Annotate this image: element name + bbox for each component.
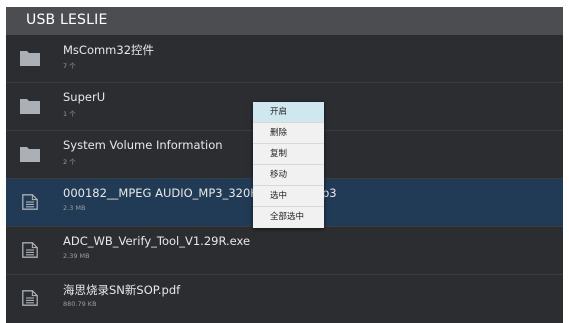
file-row-pdf[interactable]: 海思烧录SN新SOP.pdf 880.79 KB bbox=[6, 275, 563, 323]
folder-icon bbox=[20, 51, 40, 66]
page-title: USB LESLIE bbox=[26, 12, 108, 28]
file-icon bbox=[22, 290, 38, 306]
file-meta: 2.3 MB bbox=[63, 204, 86, 212]
file-icon bbox=[22, 194, 38, 210]
menu-item-copy[interactable]: 复制 bbox=[253, 144, 324, 165]
context-menu: 开启 删除 复制 移动 选中 全部选中 bbox=[253, 102, 324, 228]
title-bar: USB LESLIE bbox=[6, 7, 563, 35]
file-manager-screen: USB LESLIE MsComm32控件 7 个 SuperU 1 个 Sys… bbox=[6, 7, 563, 323]
file-meta: 880.79 KB bbox=[63, 300, 97, 308]
file-name: SuperU bbox=[63, 90, 106, 104]
file-row-adc-tool[interactable]: ADC_WB_Verify_Tool_V1.29R.exe 2.39 MB bbox=[6, 227, 563, 275]
file-row-mscomm32[interactable]: MsComm32控件 7 个 bbox=[6, 35, 563, 83]
file-name: System Volume Information bbox=[63, 138, 223, 152]
file-meta: 2 个 bbox=[63, 158, 76, 166]
menu-item-move[interactable]: 移动 bbox=[253, 165, 324, 186]
menu-item-delete[interactable]: 删除 bbox=[253, 123, 324, 144]
file-meta: 2.39 MB bbox=[63, 252, 90, 260]
menu-item-select-all[interactable]: 全部选中 bbox=[253, 207, 324, 228]
folder-icon bbox=[20, 147, 40, 162]
file-name: ADC_WB_Verify_Tool_V1.29R.exe bbox=[63, 234, 251, 248]
file-icon bbox=[22, 242, 38, 258]
file-name: MsComm32控件 bbox=[63, 43, 155, 57]
menu-item-select[interactable]: 选中 bbox=[253, 186, 324, 207]
file-meta: 1 个 bbox=[63, 110, 76, 118]
file-name-tail: p3 bbox=[322, 186, 337, 200]
file-meta: 7 个 bbox=[63, 62, 76, 70]
menu-item-open[interactable]: 开启 bbox=[253, 102, 324, 123]
file-name: 000182__MPEG AUDIO_MP3_320Kbp bbox=[63, 186, 273, 200]
file-name: 海思烧录SN新SOP.pdf bbox=[63, 283, 181, 297]
folder-icon bbox=[20, 99, 40, 114]
